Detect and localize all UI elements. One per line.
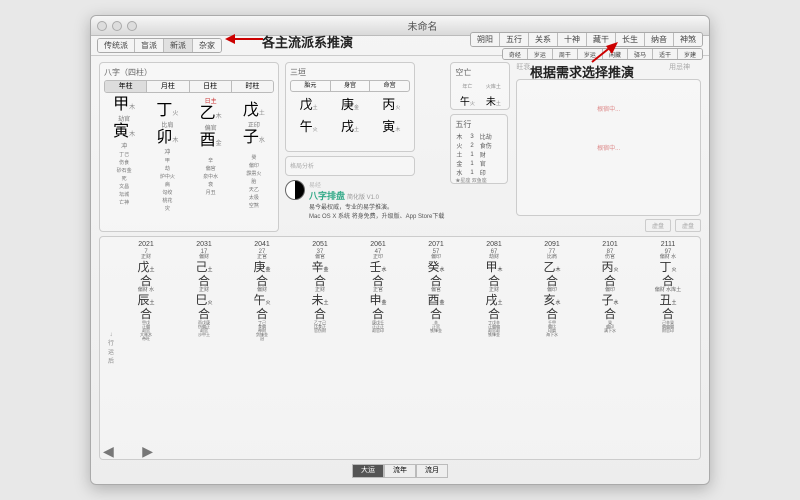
pillar-hour: 戊土 正印 子水 癸 偏印 霹雳火 胎 天乙 太极 空煞 (234, 96, 274, 212)
tab-liunian[interactable]: 流年 (384, 464, 416, 478)
seg-shishen[interactable]: 十神 (558, 33, 587, 46)
loading-text-2: 根宿中... (521, 143, 696, 152)
wuxing-table: 木3比劫 火2食伤 土1财 金1官 水1印 (455, 132, 503, 177)
xupan-btn-1[interactable]: 虚盘 (645, 219, 671, 232)
dayun-column[interactable]: 206147正印壬水合正官申金合庚戊壬正正正刧官印 (350, 241, 406, 455)
wuxing-title: 五行 (455, 119, 503, 130)
tab-hour[interactable]: 时柱 (232, 81, 273, 92)
seg-wuxing[interactable]: 五行 (500, 33, 529, 46)
tab-dayun[interactable]: 大运 (352, 464, 384, 478)
analysis-panel: 根宿中... 根宿中... (516, 79, 701, 216)
traffic-light-max[interactable] (127, 21, 137, 31)
sanyuan-title: 三垣 (290, 67, 410, 78)
traffic-light-close[interactable] (97, 21, 107, 31)
toolbar: 传统派 盲派 新派 杂家 朔阳 五行 关系 十神 藏干 长生 纳音 神煞 奇经 … (91, 36, 709, 56)
bazi-tabs[interactable]: 年柱 月柱 日柱 时柱 (104, 80, 274, 93)
dayun-panel: ↓ 行 运 后 20217正财戊土合偏财 水辰土合甲戊正偏刧官大林木帝旺2031… (99, 236, 701, 460)
seg-nayin[interactable]: 纳音 (645, 33, 674, 46)
dayun-column[interactable]: 207157偏印癸水合偏官酉金合辛正官铁锋金 (408, 241, 464, 455)
dayun-side-label: ↓ 行 运 后 (104, 241, 118, 455)
seg-shuoyang[interactable]: 朔阳 (471, 33, 500, 46)
tab-month[interactable]: 月柱 (147, 81, 189, 92)
seg-changsheng[interactable]: 长生 (616, 33, 645, 46)
mode-segmented[interactable]: 朔阳 五行 关系 十神 藏干 长生 纳音 神煞 (470, 32, 703, 47)
dayun-columns[interactable]: 20217正财戊土合偏财 水辰土合甲戊正偏刧官大林木帝旺203117偏财己土合正… (118, 241, 696, 455)
pillar-month: 丁火 比肩 卯木 冲 甲 劫 炉中火 病 勾绞 桃花 灾 (147, 96, 187, 212)
kongwang-panel: 空亡 年亡 火库土 午火 未土 (450, 62, 510, 110)
nav-arrows: ◀ ▶ (103, 443, 153, 460)
seg-canggan[interactable]: 藏干 (587, 33, 616, 46)
pillar-day: 日主 乙木 偏官 酉金 辛 偏官 泉中水 衰 月丑 (191, 96, 231, 212)
dayun-column[interactable]: 205137偏官辛金合正财未土合乙丁己比食正官伤财 (292, 241, 348, 455)
pillars: 甲木 劫官 寅木 冲 丁己 伤食 砂石金 死 文昌 坛城 亡神 (104, 96, 274, 212)
geju-label: 格局分析 (290, 161, 410, 170)
traffic-light-min[interactable] (112, 21, 122, 31)
seg-traditional[interactable]: 传统派 (98, 39, 135, 52)
tab-liuyue[interactable]: 流月 (416, 464, 448, 478)
xupan-btn-2[interactable]: 虚盘 (675, 219, 701, 232)
school-segmented[interactable]: 传统派 盲派 新派 杂家 (97, 38, 222, 53)
wuxing-panel: 五行 木3比劫 火2食伤 土1财 金1官 水1印 ★星座 双鱼座 (450, 114, 508, 184)
yijing-info: 易经 八字排盘 简化版 V1.0 易今最权威，专业的易学推演。 Mac OS X… (285, 180, 444, 220)
seg-shensha[interactable]: 神煞 (674, 33, 702, 46)
dayun-column[interactable]: 208167劫财甲木合正财戌土合丁戊辛正偏偏刧官刧铁锋金 (466, 241, 522, 455)
tab-taiyuan[interactable]: 胎元 (291, 81, 331, 91)
bazi-panel: 八字（四柱） 年柱 月柱 日柱 时柱 甲木 劫官 寅木 冲 丁己 伤食 (99, 62, 279, 232)
yongji-title: 用忌神 (669, 62, 701, 76)
loading-text: 根宿中... (521, 104, 696, 113)
taiji-icon (285, 180, 305, 200)
sanyuan-panel: 三垣 胎元 身宫 命宫 戊土 庚金 丙火 午火 戌土 寅木 (285, 62, 415, 152)
tab-year[interactable]: 年柱 (105, 81, 147, 92)
dayun-column[interactable]: 210187伤官丙火合偏印子水合癸偏印满下水 (582, 241, 638, 455)
dayun-column[interactable]: 203117偏财己土合正财巳火合丙戊庚伤偏正刧官沙中土 (176, 241, 232, 455)
tab-shengong[interactable]: 身宫 (331, 81, 371, 91)
dayun-column[interactable]: 204127正官庚金合偏财午火合丁己食偏神财剑锋金冠 (234, 241, 290, 455)
dayun-column[interactable]: 209177比肩乙木合偏印亥水合壬甲偏比印肩海下水 (524, 241, 580, 455)
pillar-year: 甲木 劫官 寅木 冲 丁己 伤食 砂石金 死 文昌 坛城 亡神 (104, 96, 144, 212)
arrow-left-icon[interactable]: ◀ (103, 443, 114, 460)
kongwang-title: 空亡 (455, 67, 505, 78)
dayun-column[interactable]: 20217正财戊土合偏财 水辰土合甲戊正偏刧官大林木帝旺 (118, 241, 174, 455)
sanyuan-tabs[interactable]: 胎元 身宫 命宫 (290, 80, 410, 92)
geju-panel: 格局分析 (285, 156, 415, 176)
seg-guanxi[interactable]: 关系 (529, 33, 558, 46)
arrow-right-icon[interactable]: ▶ (142, 443, 153, 460)
seg-mang[interactable]: 盲派 (135, 39, 164, 52)
dayun-column[interactable]: 211197偏财 水丁火合偏财 水库土丑土合己辛癸偏偏偏财官印 (640, 241, 696, 455)
seg-xin[interactable]: 新派 (164, 39, 193, 52)
wangshuai-title: 旺衰 (516, 62, 538, 76)
bazi-title: 八字（四柱） (104, 67, 274, 78)
seg-za[interactable]: 杂家 (193, 39, 221, 52)
tab-day[interactable]: 日柱 (190, 81, 232, 92)
footer-tabs[interactable]: 大运 流年 流月 (99, 464, 701, 478)
tab-minggong[interactable]: 命宫 (370, 81, 409, 91)
